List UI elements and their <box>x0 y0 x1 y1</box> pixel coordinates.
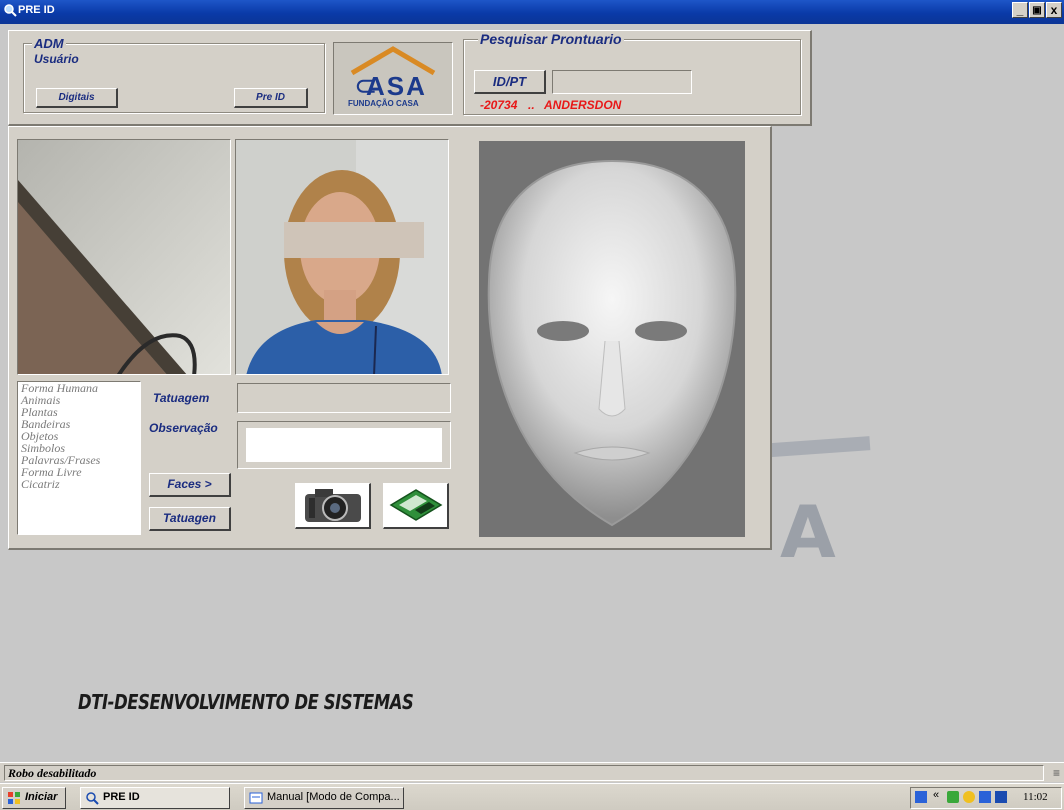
search-title: Pesquisar Prontuario <box>478 31 624 47</box>
observacao-input[interactable] <box>246 428 442 462</box>
header-panel: ADM Usuário Digitais Pre ID ASA ⊂ FUNDAÇ… <box>8 30 812 126</box>
camera-button[interactable] <box>295 483 371 529</box>
face-model-panel <box>479 141 745 537</box>
background-logo-letter: A <box>780 490 836 574</box>
role-label: ADM <box>32 36 66 51</box>
task-preid[interactable]: PRE ID <box>80 787 230 809</box>
tray-icon[interactable] <box>979 791 991 803</box>
result-name: ANDERSDON <box>544 98 622 112</box>
background-logo-stroke <box>759 436 871 458</box>
camera-icon <box>304 489 361 522</box>
tray-icon[interactable] <box>915 791 927 803</box>
task-label: Manual [Modo de Compa... <box>267 791 400 803</box>
tatuagen-button[interactable]: Tatuagen <box>149 507 231 531</box>
main-panel: Forma Humana Animais Plantas Bandeiras O… <box>8 126 772 550</box>
minimize-button[interactable]: _ <box>1012 2 1028 18</box>
close-button[interactable]: x <box>1046 2 1062 18</box>
list-item[interactable]: Cicatriz <box>18 478 140 490</box>
windows-logo-icon <box>8 792 20 804</box>
tray-icon[interactable] <box>947 791 959 803</box>
tatuagem-label: Tatuagem <box>153 391 210 405</box>
magnifier-icon <box>86 792 99 805</box>
restore-button[interactable]: ▣ <box>1029 2 1045 18</box>
save-icon <box>389 489 442 521</box>
logo-c: ⊂ <box>354 70 378 101</box>
user-group: ADM Usuário Digitais Pre ID <box>23 36 325 113</box>
digitais-button[interactable]: Digitais <box>36 88 118 108</box>
faces-button[interactable]: Faces > <box>149 473 231 497</box>
category-list[interactable]: Forma Humana Animais Plantas Bandeiras O… <box>17 381 141 535</box>
task-manual[interactable]: Manual [Modo de Compa... <box>244 787 404 809</box>
tray-icon[interactable] <box>995 791 1007 803</box>
logo-caption: FUNDAÇÃO CASA <box>348 99 419 108</box>
result-number: -20734 <box>480 98 518 112</box>
result-separator: .. <box>528 98 535 112</box>
observacao-label: Observação <box>149 421 218 435</box>
fundacao-casa-logo: ASA ⊂ FUNDAÇÃO CASA <box>333 42 453 115</box>
id-pt-button[interactable]: ID/PT <box>474 70 546 94</box>
start-label: Iniciar <box>25 791 58 803</box>
status-text: Robo desabilitado <box>4 765 1044 781</box>
resize-grip-icon[interactable]: ≡ <box>1053 766 1060 780</box>
document-icon <box>249 792 263 804</box>
person-photo <box>235 139 449 375</box>
tray-expand-icon[interactable]: « <box>933 789 939 801</box>
status-bar: Robo desabilitado ≡ <box>0 762 1064 782</box>
id-pt-input[interactable] <box>552 70 692 94</box>
face-model-image <box>487 159 737 527</box>
webcam-image <box>17 139 231 375</box>
magnifier-icon <box>4 4 17 17</box>
webcam-photo <box>18 140 230 374</box>
task-label: PRE ID <box>103 791 140 803</box>
portrait-image <box>236 140 448 374</box>
background-caption: DTI-DESENVOLVIMENTO DE SISTEMAS <box>78 690 414 714</box>
preid-button[interactable]: Pre ID <box>234 88 308 108</box>
taskbar: Iniciar PRE ID Manual [Modo de Compa... … <box>0 783 1064 810</box>
start-button[interactable]: Iniciar <box>2 787 66 809</box>
search-group: Pesquisar Prontuario ID/PT -20734 .. AND… <box>463 31 801 115</box>
clock: 11:02 <box>1023 791 1048 803</box>
observacao-field-frame <box>237 421 451 469</box>
save-button[interactable] <box>383 483 449 529</box>
tatuagem-field[interactable] <box>237 383 451 413</box>
window-title: PRE ID <box>18 4 55 16</box>
tray-icon[interactable] <box>963 791 975 803</box>
system-tray: « 11:02 <box>910 787 1062 809</box>
user-label: Usuário <box>34 52 79 66</box>
title-bar[interactable]: PRE ID _ ▣ x <box>0 0 1064 24</box>
